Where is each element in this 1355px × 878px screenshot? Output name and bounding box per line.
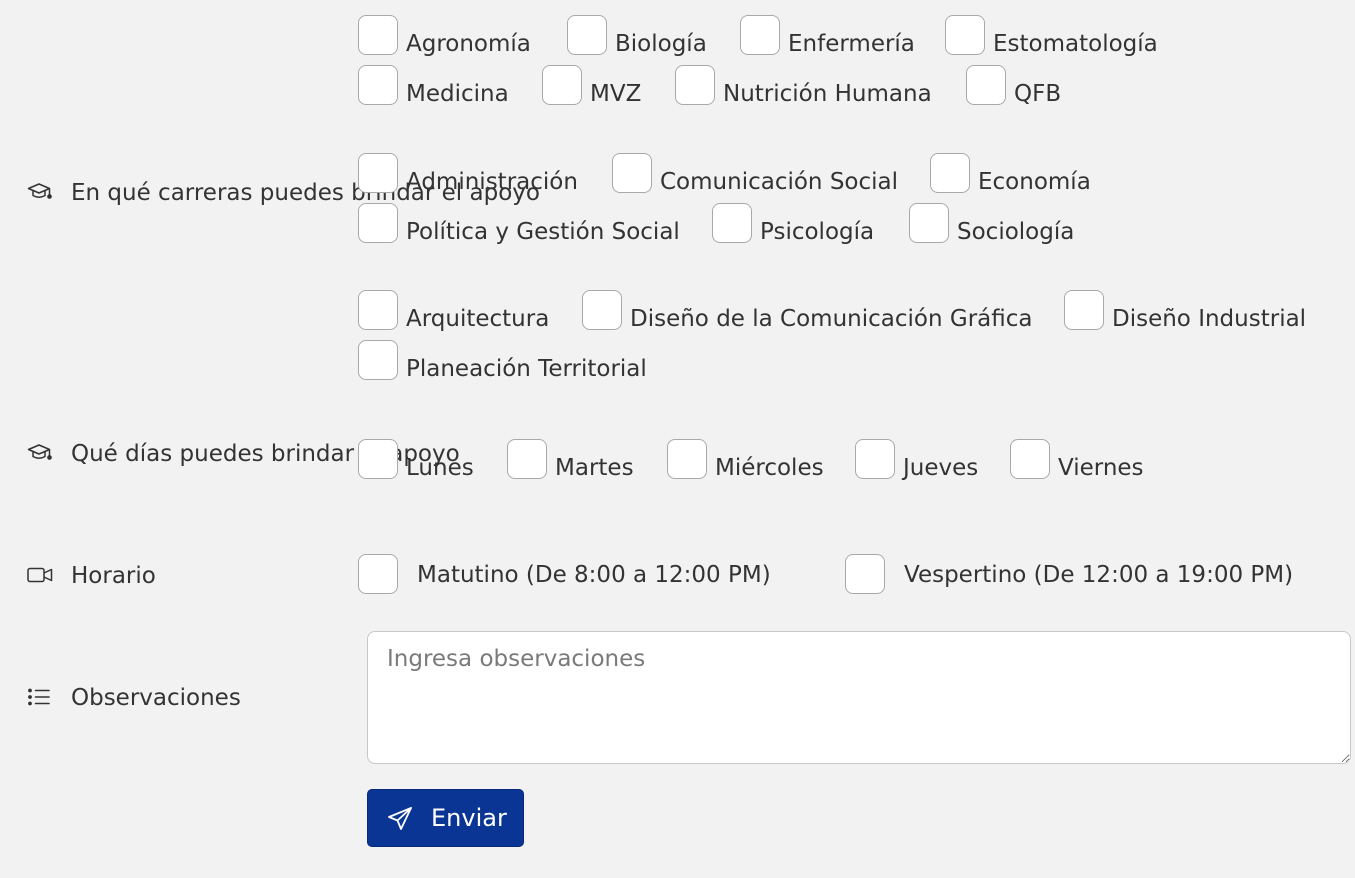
checkbox-box[interactable] bbox=[945, 15, 985, 55]
horario-label: Horario bbox=[27, 557, 156, 595]
checkbox-box[interactable] bbox=[712, 203, 752, 243]
checkbox-box[interactable] bbox=[740, 15, 780, 55]
checkbox-box[interactable] bbox=[909, 203, 949, 243]
checkbox-box[interactable] bbox=[358, 439, 398, 479]
list-icon bbox=[27, 687, 53, 707]
checkbox-box[interactable] bbox=[675, 65, 715, 105]
checkbox-box[interactable] bbox=[358, 203, 398, 243]
observaciones-label-text: Observaciones bbox=[71, 685, 241, 711]
observaciones-textarea[interactable] bbox=[367, 631, 1351, 764]
enviar-button[interactable]: Enviar bbox=[367, 789, 524, 847]
checkbox-box[interactable] bbox=[855, 439, 895, 479]
checkbox-box[interactable] bbox=[845, 554, 885, 594]
checkbox-box[interactable] bbox=[358, 15, 398, 55]
graduation-cap-icon bbox=[27, 443, 53, 463]
checkbox-box[interactable] bbox=[1064, 290, 1104, 330]
checkbox-box[interactable] bbox=[582, 290, 622, 330]
checkbox-box[interactable] bbox=[1010, 439, 1050, 479]
checkbox-box[interactable] bbox=[358, 65, 398, 105]
graduation-cap-icon bbox=[27, 182, 53, 202]
checkbox-box[interactable] bbox=[507, 439, 547, 479]
horario-label-text: Horario bbox=[71, 563, 156, 589]
send-icon bbox=[387, 806, 413, 832]
checkbox-box[interactable] bbox=[966, 65, 1006, 105]
checkbox-box[interactable] bbox=[567, 15, 607, 55]
enviar-label: Enviar bbox=[431, 804, 507, 832]
checkbox-box[interactable] bbox=[358, 290, 398, 330]
video-camera-icon bbox=[27, 565, 53, 585]
checkbox-box[interactable] bbox=[930, 153, 970, 193]
checkbox-box[interactable] bbox=[358, 153, 398, 193]
checkbox-box[interactable] bbox=[358, 554, 398, 594]
form-page: En qué carreras puedes brindar el apoyo … bbox=[0, 0, 1355, 878]
checkbox-box[interactable] bbox=[612, 153, 652, 193]
checkbox-box[interactable] bbox=[667, 439, 707, 479]
checkbox-box[interactable] bbox=[358, 340, 398, 380]
observaciones-label: Observaciones bbox=[27, 679, 241, 717]
checkbox-box[interactable] bbox=[542, 65, 582, 105]
dias-label-text: Qué días puedes brindar el apoyo bbox=[71, 441, 460, 467]
